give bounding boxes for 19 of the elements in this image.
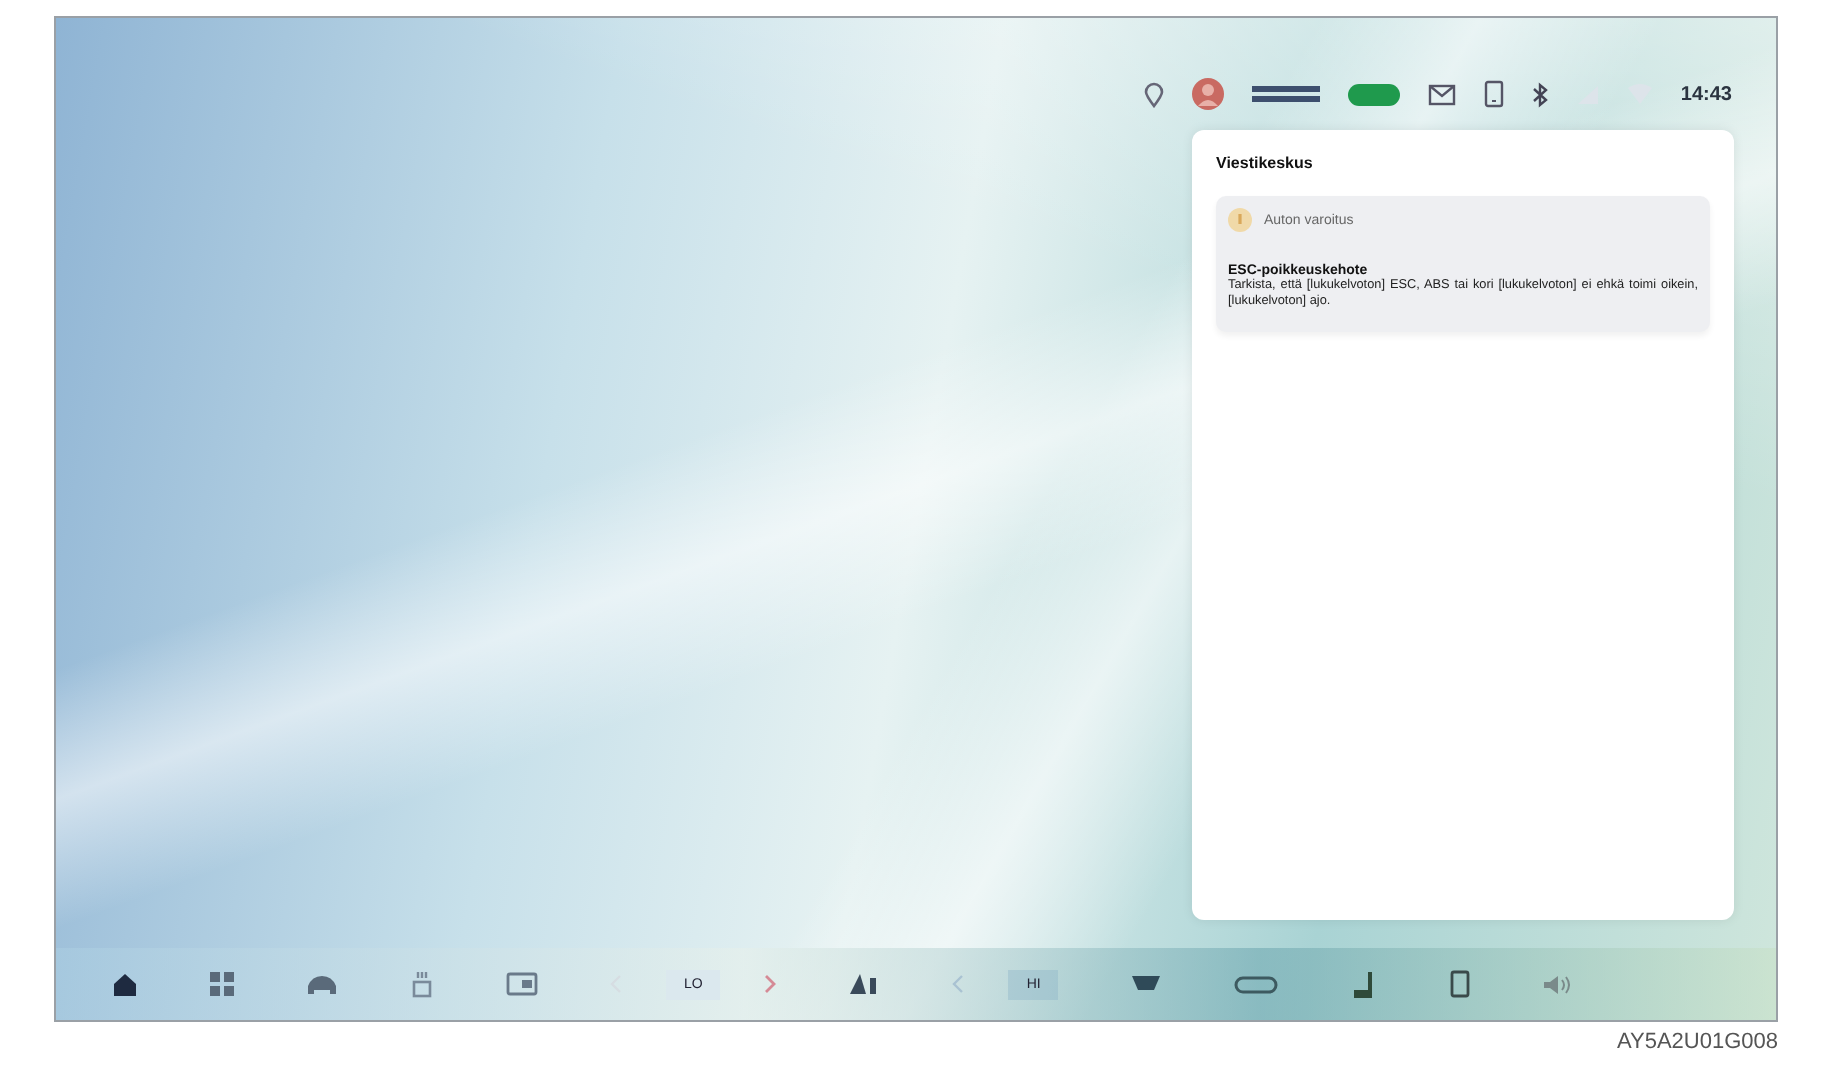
location-pin-icon <box>1144 81 1165 107</box>
clock-time: 14:43 <box>1680 83 1732 105</box>
phone-icon[interactable] <box>1450 970 1471 998</box>
chevron-right-icon[interactable] <box>764 974 777 994</box>
speaker-icon[interactable] <box>1542 973 1573 995</box>
bluetooth-icon <box>1532 81 1549 107</box>
figure-code: AY5A2U01G008 <box>1614 1028 1778 1054</box>
windshield-defrost-icon[interactable] <box>1130 973 1163 995</box>
panel-title: Viestikeskus <box>1216 154 1315 172</box>
grid-icon[interactable] <box>210 972 234 996</box>
phone-icon <box>1484 80 1505 108</box>
home-icon[interactable] <box>112 971 138 997</box>
warning-icon <box>1228 208 1252 232</box>
card-icon[interactable] <box>506 972 538 996</box>
mail-icon <box>1428 83 1457 105</box>
car-outline-icon[interactable] <box>1234 974 1279 994</box>
account-lines-icon <box>1252 84 1321 104</box>
avatar-icon <box>1192 78 1225 110</box>
status-pill-icon <box>1348 83 1401 105</box>
